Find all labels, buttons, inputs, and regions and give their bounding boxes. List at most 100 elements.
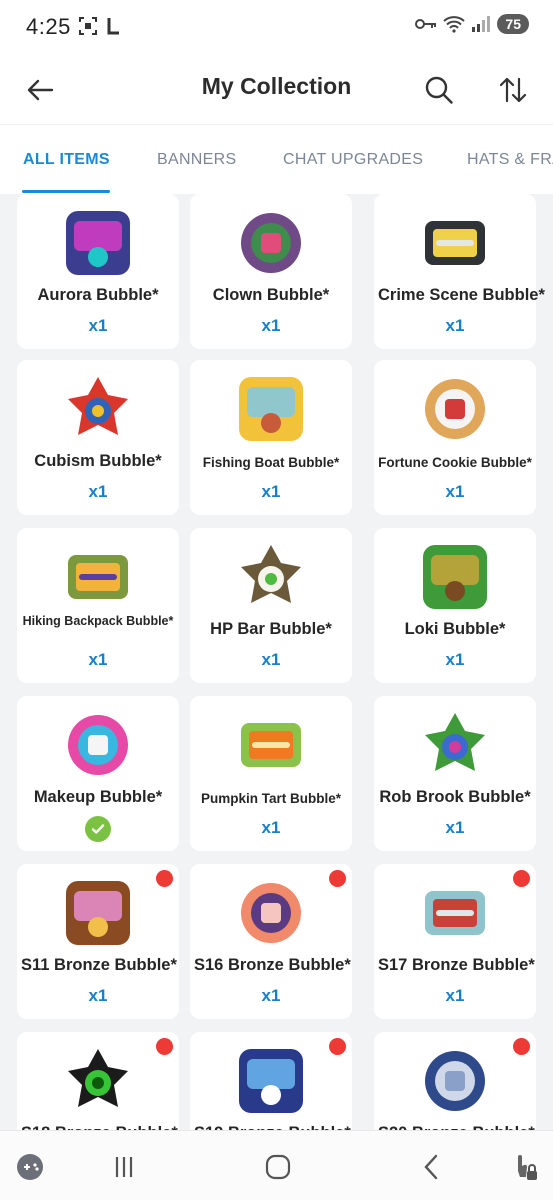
system-nav-bar	[0, 1130, 553, 1200]
item-quantity: x1	[445, 818, 465, 837]
item-name: Pumpkin Tart Bubble*	[200, 791, 341, 806]
category-tabs: ALL ITEMS BANNERS CHAT UPGRADES HATS & F…	[0, 124, 553, 194]
item-quantity: x1	[261, 316, 281, 335]
item-name: Fishing Boat Bubble*	[202, 455, 340, 470]
collection-grid[interactable]: Aurora Bubble* x1 Clown Bubble* x1 Crime Sce…	[17, 194, 547, 1130]
item-name: Loki Bubble*	[404, 620, 506, 638]
item-quantity: x1	[445, 650, 465, 669]
collection-item-card[interactable]: S16 Bronze Bubble* x1	[190, 864, 352, 1019]
collection-item-card[interactable]: Crime Scene Bubble* x1	[374, 194, 545, 349]
battery-indicator: 75	[497, 14, 529, 34]
s17-bronze-bubble-icon	[419, 877, 491, 949]
collection-item-card[interactable]: Rob Brook Bubble* x1	[374, 696, 536, 851]
collection-item-card[interactable]: Fishing Boat Bubble* x1	[190, 360, 352, 515]
collection-item-card[interactable]: Cubism Bubble* x1	[17, 360, 179, 515]
s16-bronze-bubble-icon	[235, 877, 307, 949]
new-item-badge	[156, 870, 173, 887]
collection-item-card[interactable]: Hiking Backpack Bubble* x1	[17, 528, 179, 683]
item-quantity: x1	[88, 986, 108, 1005]
item-quantity: x1	[261, 986, 281, 1005]
status-right-icons: 75	[415, 14, 529, 34]
app-header: My Collection	[0, 56, 553, 124]
rob-brook-bubble-icon	[419, 709, 491, 781]
collection-item-card[interactable]: Aurora Bubble* x1	[17, 194, 179, 349]
sort-icon	[499, 77, 527, 103]
collection-item-card[interactable]: Makeup Bubble*	[17, 696, 179, 851]
l-app-icon	[107, 18, 119, 35]
aurora-bubble-icon	[62, 207, 134, 279]
hp-bar-bubble-icon	[235, 541, 307, 613]
item-quantity: x1	[88, 482, 108, 501]
item-quantity: x1	[261, 650, 281, 669]
wifi-icon	[443, 16, 466, 33]
item-name: Cubism Bubble*	[34, 452, 162, 470]
item-name: S16 Bronze Bubble*	[194, 956, 351, 974]
collection-item-card[interactable]: Loki Bubble* x1	[374, 528, 536, 683]
search-icon	[425, 76, 453, 104]
item-quantity: x1	[445, 986, 465, 1005]
tab-banners[interactable]: BANNERS	[157, 151, 236, 169]
collection-item-card[interactable]: S17 Bronze Bubble* x1	[374, 864, 536, 1019]
item-name: Hiking Backpack Bubble*	[22, 614, 174, 628]
hand-lock-icon	[518, 1155, 537, 1180]
s20-bronze-bubble-icon	[419, 1045, 491, 1117]
new-item-badge	[513, 1038, 530, 1055]
signal-icon	[472, 16, 491, 32]
item-quantity: x1	[445, 482, 465, 501]
sort-button[interactable]	[493, 70, 533, 110]
item-name: HP Bar Bubble*	[210, 620, 332, 638]
chevron-left-icon	[424, 1154, 438, 1180]
s19-bronze-bubble-icon	[235, 1045, 307, 1117]
new-item-badge	[156, 1038, 173, 1055]
key-icon	[415, 19, 437, 29]
recents-icon	[115, 1157, 133, 1177]
back-nav-button[interactable]	[414, 1149, 450, 1185]
item-name: Aurora Bubble*	[37, 286, 159, 304]
crime-scene-bubble-icon	[419, 207, 491, 279]
search-button[interactable]	[419, 70, 459, 110]
collection-item-card[interactable]: S11 Bronze Bubble* x1	[17, 864, 179, 1019]
fishing-boat-bubble-icon	[235, 373, 307, 445]
game-launcher-button[interactable]	[12, 1149, 48, 1185]
tab-all-items[interactable]: ALL ITEMS	[23, 151, 110, 169]
collection-item-card[interactable]: S19 Bronze Bubble*x1	[190, 1032, 352, 1130]
item-quantity: x1	[88, 316, 108, 335]
collection-item-card[interactable]: Clown Bubble* x1	[190, 194, 352, 349]
status-time: 4:25	[26, 14, 71, 39]
tab-chat-upgrades[interactable]: CHAT UPGRADES	[283, 151, 423, 169]
status-left-icons	[78, 16, 122, 36]
collection-item-card[interactable]: Pumpkin Tart Bubble* x1	[190, 696, 352, 851]
cubism-bubble-icon	[62, 373, 134, 445]
home-button[interactable]	[260, 1149, 296, 1185]
fortune-cookie-bubble-icon	[419, 373, 491, 445]
screenshot-icon	[79, 17, 97, 35]
item-name: S17 Bronze Bubble*	[378, 956, 535, 974]
item-quantity: x1	[445, 316, 465, 335]
item-quantity: x1	[88, 650, 108, 669]
new-item-badge	[329, 1038, 346, 1055]
active-tab-indicator	[22, 190, 110, 193]
s18-bronze-bubble-icon	[62, 1045, 134, 1117]
hiking-backpack-bubble-icon	[62, 541, 134, 613]
collection-item-card[interactable]: Fortune Cookie Bubble* x1	[374, 360, 536, 515]
item-name: Rob Brook Bubble*	[379, 788, 531, 806]
status-bar: 4:25 75	[0, 0, 553, 56]
recents-button[interactable]	[106, 1149, 142, 1185]
item-quantity: x1	[261, 482, 281, 501]
clown-bubble-icon	[235, 207, 307, 279]
new-item-badge	[513, 870, 530, 887]
item-quantity: x1	[261, 818, 281, 837]
item-name: S11 Bronze Bubble*	[21, 956, 177, 974]
collection-item-card[interactable]: S18 Bronze Bubble*x1	[17, 1032, 179, 1130]
equipped-check-icon	[85, 816, 111, 842]
new-item-badge	[329, 870, 346, 887]
gamepad-icon	[17, 1154, 43, 1180]
home-icon	[265, 1154, 291, 1180]
collection-item-card[interactable]: S20 Bronze Bubble*x1	[374, 1032, 536, 1130]
touch-lock-button[interactable]	[506, 1149, 542, 1185]
item-name: Fortune Cookie Bubble*	[378, 455, 532, 470]
loki-bubble-icon	[419, 541, 491, 613]
item-name: Clown Bubble*	[212, 286, 330, 304]
collection-item-card[interactable]: HP Bar Bubble* x1	[190, 528, 352, 683]
tab-hats-frames[interactable]: HATS & FRA	[467, 151, 553, 169]
